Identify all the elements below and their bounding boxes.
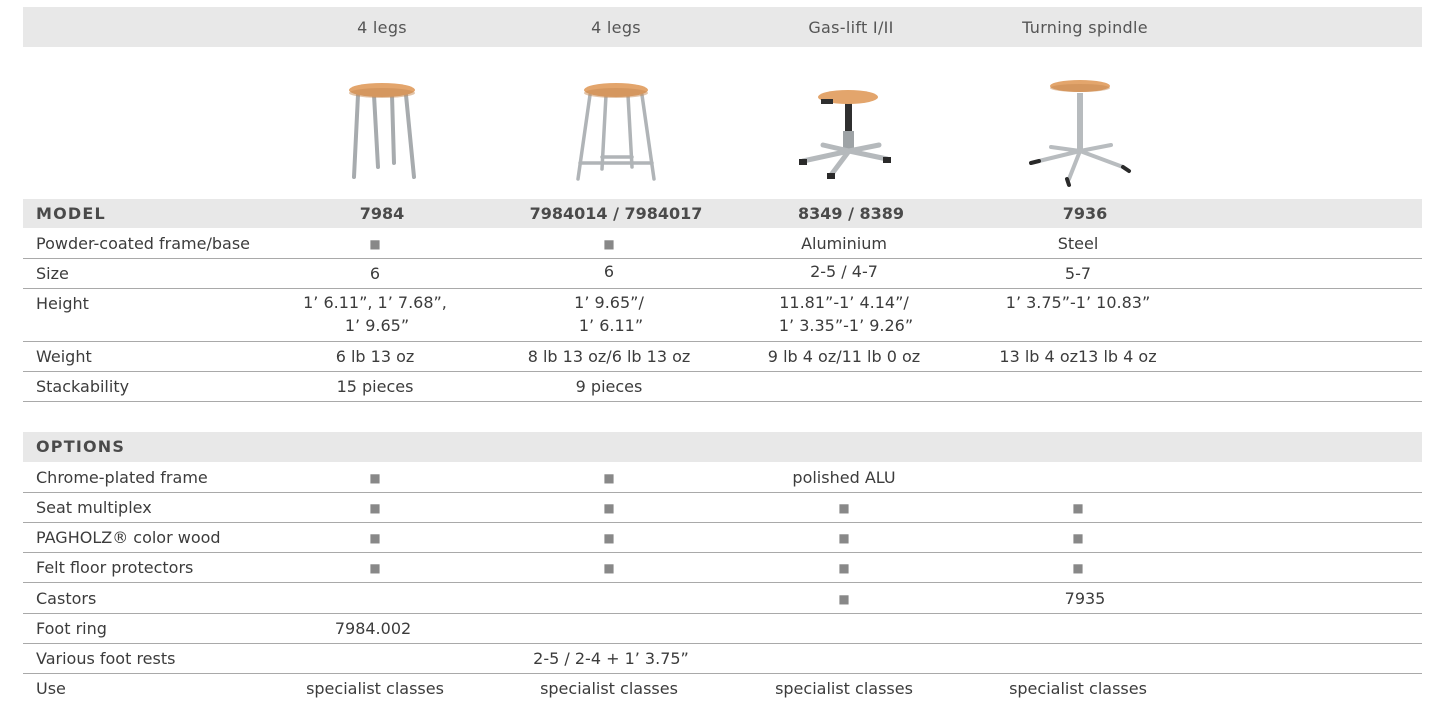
- row-label-felt-floor-protectors: Felt floor protectors: [36, 558, 194, 577]
- row-divider: [23, 401, 1422, 402]
- column-header-1: 4 legs: [357, 18, 407, 37]
- availability-marker: ■: [1072, 561, 1084, 575]
- availability-marker: ■: [1072, 501, 1084, 515]
- availability-marker: ■: [369, 471, 381, 485]
- table-cell: 1’ 6.11”, 1’ 7.68”,: [303, 293, 447, 312]
- row-divider: [23, 582, 1422, 583]
- row-label-powder-coated: Powder-coated frame/base: [36, 234, 251, 253]
- row-label-stackability: Stackability: [36, 377, 130, 396]
- availability-marker: ■: [838, 592, 850, 606]
- row-divider: [23, 371, 1422, 372]
- availability-marker: ■: [603, 471, 615, 485]
- model-number: 7984014 / 7984017: [529, 204, 703, 223]
- table-cell: 7984.002: [334, 619, 412, 638]
- table-cell: specialist classes: [1009, 679, 1147, 698]
- row-divider: [23, 258, 1422, 259]
- four-leg-stool-image: [349, 83, 416, 179]
- row-divider: [23, 492, 1422, 493]
- turning-spindle-stool-image: [1029, 80, 1131, 187]
- row-label-pagholz-color-wood: PAGHOLZ® color wood: [36, 528, 221, 547]
- table-cell: 7935: [1064, 589, 1106, 608]
- column-header-band: [23, 7, 1422, 47]
- row-label-size: Size: [36, 264, 69, 283]
- table-cell: Aluminium: [801, 234, 887, 253]
- column-header-4: Turning spindle: [1022, 18, 1148, 37]
- table-cell: 6: [369, 264, 381, 283]
- availability-marker: ■: [369, 561, 381, 575]
- column-header-3: Gas-lift I/II: [808, 18, 894, 37]
- row-divider: [23, 552, 1422, 553]
- table-cell: 9 lb 4 oz/11 lb 0 oz: [767, 347, 921, 366]
- row-label-chrome-plated: Chrome-plated frame: [36, 468, 208, 487]
- row-label-seat-multiplex: Seat multiplex: [36, 498, 152, 517]
- availability-marker: ■: [603, 561, 615, 575]
- options-section-band: [23, 432, 1422, 462]
- row-label-castors: Castors: [36, 589, 97, 608]
- row-divider: [23, 288, 1422, 289]
- table-cell: 1’ 6.11”: [578, 316, 644, 335]
- table-cell: 8 lb 13 oz/6 lb 13 oz: [527, 347, 691, 366]
- row-label-height: Height: [36, 294, 89, 313]
- availability-marker: ■: [369, 237, 381, 251]
- availability-marker: ■: [369, 531, 381, 545]
- table-cell: 5-7: [1064, 264, 1092, 283]
- row-label-various-foot-rests: Various foot rests: [36, 649, 176, 668]
- availability-marker: ■: [603, 501, 615, 515]
- table-cell: 1’ 9.65”: [344, 316, 410, 335]
- availability-marker: ■: [838, 561, 850, 575]
- row-divider: [23, 522, 1422, 523]
- availability-marker: ■: [603, 531, 615, 545]
- row-divider: [23, 643, 1422, 644]
- availability-marker: ■: [369, 501, 381, 515]
- availability-marker: ■: [603, 237, 615, 251]
- availability-marker: ■: [838, 531, 850, 545]
- availability-marker: ■: [838, 501, 850, 515]
- table-cell: 2-5 / 2-4 + 1’ 3.75”: [533, 649, 689, 668]
- gas-lift-stool-image: [799, 90, 891, 179]
- table-cell: 1’ 3.35”-1’ 9.26”: [778, 316, 914, 335]
- table-cell: Steel: [1057, 234, 1099, 253]
- availability-marker: ■: [1072, 531, 1084, 545]
- column-header-2: 4 legs: [591, 18, 641, 37]
- row-divider: [23, 341, 1422, 342]
- row-label-use: Use: [36, 679, 66, 698]
- table-cell: 6 lb 13 oz: [335, 347, 415, 366]
- model-number: 7936: [1062, 204, 1108, 223]
- table-cell: specialist classes: [306, 679, 444, 698]
- options-section-title: OPTIONS: [36, 437, 126, 456]
- row-divider: [23, 613, 1422, 614]
- table-cell: 1’ 3.75”-1’ 10.83”: [1005, 293, 1151, 312]
- model-number: 7984: [359, 204, 405, 223]
- model-section-title: MODEL: [36, 204, 106, 223]
- row-divider: [23, 673, 1422, 674]
- table-cell: specialist classes: [775, 679, 913, 698]
- table-cell: 9 pieces: [575, 377, 643, 396]
- table-cell: 2-5 / 4-7: [810, 262, 878, 281]
- table-cell: 13 lb 4 oz13 lb 4 oz: [999, 347, 1157, 366]
- row-label-foot-ring: Foot ring: [36, 619, 107, 638]
- four-leg-stool-with-footrest-image: [576, 83, 656, 181]
- table-cell: specialist classes: [540, 679, 678, 698]
- model-number: 8349 / 8389: [797, 204, 905, 223]
- table-cell: 11.81”-1’ 4.14”/: [779, 293, 909, 312]
- table-cell: 1’ 9.65”/: [574, 293, 644, 312]
- table-cell: 15 pieces: [336, 377, 414, 396]
- row-label-weight: Weight: [36, 347, 92, 366]
- table-cell: 6: [603, 262, 615, 281]
- table-cell: polished ALU: [792, 468, 896, 487]
- model-section-band: [23, 199, 1422, 228]
